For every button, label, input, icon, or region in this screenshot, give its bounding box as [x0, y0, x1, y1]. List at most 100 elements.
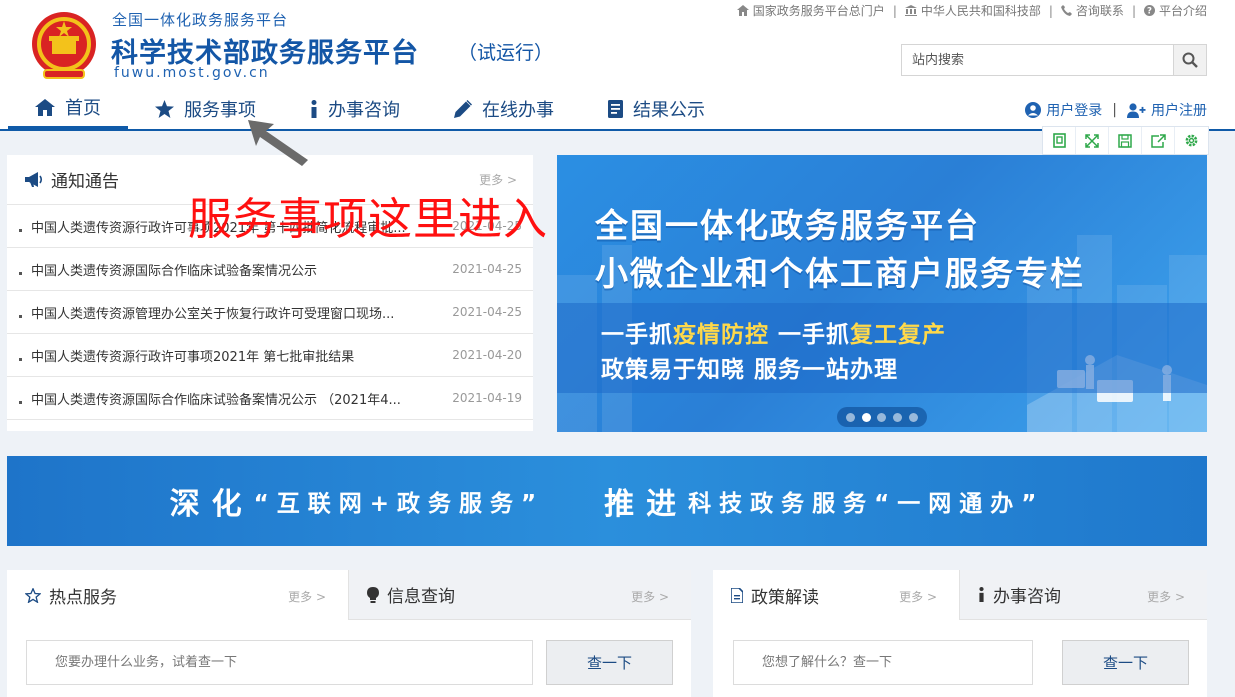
login-link[interactable]: 用户登录 — [1025, 100, 1102, 120]
banner-line-1: 全国一体化政务服务平台 — [595, 206, 980, 245]
main-nav: 首页 服务事项 办事咨询 在线办事 结果公示 — [8, 88, 732, 130]
notice-item-date: 2021-04-25 — [452, 305, 522, 319]
top-link-portal[interactable]: 国家政务服务平台总门户 — [736, 2, 885, 19]
promo-banner[interactable]: 全国一体化政务服务平台 小微企业和个体工商户服务专栏 一手抓疫情防控 一手抓复工… — [557, 155, 1207, 432]
document-icon — [731, 587, 743, 603]
notice-item-title: 中国人类遗传资源行政许可事项2021年 第七批审批结果 — [31, 349, 355, 365]
divider: | — [1131, 3, 1136, 18]
service-search-input[interactable] — [26, 640, 533, 685]
platform-small-title: 全国一体化政务服务平台 — [112, 11, 289, 29]
notice-item[interactable]: 中国人类遗传资源管理办公室关于恢复行政许可受理窗口现场... 2021-04-25 — [7, 291, 533, 334]
notice-title: 通知通告 — [51, 172, 119, 192]
star-icon — [155, 100, 174, 118]
bookmark-button[interactable] — [1043, 127, 1076, 154]
policy-search-input[interactable] — [733, 640, 1033, 685]
tab-consult[interactable]: 办事咨询 更多 > — [959, 570, 1207, 620]
fullscreen-button[interactable] — [1076, 127, 1109, 154]
megaphone-icon — [25, 172, 43, 187]
more-link[interactable]: 更多 > — [631, 588, 669, 605]
register-label: 用户注册 — [1151, 103, 1207, 119]
notice-item[interactable]: 中国人类遗传资源行政许可事项2021年 第七批审批结果 2021-04-20 — [7, 334, 533, 377]
service-search-button[interactable]: 查一下 — [546, 640, 673, 685]
carousel-pagination — [837, 407, 927, 427]
more-link[interactable]: 更多 > — [899, 588, 937, 605]
notice-item[interactable]: 中国人类遗传资源国际合作临床试验备案情况公示 2021-04-25 — [7, 248, 533, 291]
notice-item[interactable]: 中国人类遗传资源国际合作临床试验备案情况公示 （2021年4... 2021-04… — [7, 377, 533, 420]
search-button[interactable] — [1173, 45, 1206, 75]
national-emblem-icon — [32, 12, 96, 79]
notice-item-date: 2021-04-19 — [452, 391, 522, 405]
site-url: fuwu.most.gov.cn — [114, 65, 270, 81]
accessibility-toolbar — [1042, 126, 1209, 155]
banner-line-2: 小微企业和个体工商户服务专栏 — [595, 254, 1085, 293]
building-icon — [904, 5, 917, 16]
nav-home[interactable]: 首页 — [8, 88, 128, 130]
bullet — [19, 401, 22, 404]
more-link[interactable]: 更多 > — [1147, 588, 1185, 605]
top-link-label: 咨询联系 — [1075, 4, 1124, 18]
phone-icon — [1060, 5, 1072, 16]
annotation-arrow — [248, 120, 308, 166]
info-icon — [979, 587, 984, 602]
info-icon — [311, 100, 317, 118]
more-link[interactable]: 更多 > — [288, 588, 326, 605]
bullet — [19, 272, 22, 275]
user-add-icon — [1127, 102, 1146, 118]
top-links: 国家政务服务平台总门户 | 中华人民共和国科技部 | 咨询联系 | ? 平台介绍 — [736, 2, 1207, 19]
home-icon — [736, 5, 749, 16]
tab-info-query[interactable]: 信息查询 更多 > — [348, 570, 691, 620]
tab-policy-interpretation[interactable]: 政策解读 更多 > — [713, 570, 959, 620]
share-icon — [1150, 133, 1166, 148]
share-button[interactable] — [1142, 127, 1175, 154]
carousel-dot[interactable] — [846, 412, 856, 422]
site-search — [901, 44, 1207, 76]
policy-search-button[interactable]: 查一下 — [1062, 640, 1189, 685]
settings-icon — [1185, 134, 1198, 147]
carousel-dot[interactable] — [893, 412, 903, 422]
top-link-most[interactable]: 中华人民共和国科技部 — [904, 2, 1041, 19]
save-icon — [1118, 133, 1132, 148]
nav-results[interactable]: 结果公示 — [581, 88, 732, 130]
top-link-label: 中华人民共和国科技部 — [920, 4, 1041, 18]
settings-button[interactable] — [1175, 127, 1208, 154]
nav-online[interactable]: 在线办事 — [427, 88, 581, 130]
notice-item-date: 2021-04-20 — [452, 348, 522, 362]
divider: | — [1112, 102, 1117, 118]
notice-item-title: 中国人类遗传资源国际合作临床试验备案情况公示 — [31, 263, 318, 279]
tab-label: 信息查询 — [387, 587, 455, 607]
nav-label: 在线办事 — [482, 100, 554, 121]
pencil-icon — [454, 100, 472, 118]
save-button[interactable] — [1109, 127, 1142, 154]
question-icon: ? — [1143, 5, 1155, 16]
notice-item-date: 2021-04-25 — [452, 262, 522, 276]
top-link-about[interactable]: ? 平台介绍 — [1143, 2, 1207, 19]
user-circle-icon — [1025, 102, 1042, 118]
divider: | — [1048, 3, 1053, 18]
carousel-dot[interactable] — [908, 412, 918, 422]
search-icon — [1182, 52, 1198, 68]
user-links: 用户登录 | 用户注册 — [1025, 100, 1207, 120]
trial-label: （试运行） — [458, 42, 554, 64]
search-input[interactable] — [902, 45, 1174, 75]
nav-label: 办事咨询 — [328, 100, 400, 121]
banner-text: 一手抓 — [601, 322, 673, 348]
home-icon — [35, 98, 55, 116]
bookmark-icon — [1052, 133, 1066, 148]
carousel-dot[interactable] — [877, 412, 887, 422]
slogan-small-2: 科技政务服务“一网通办” — [688, 491, 1045, 517]
tab-hot-services[interactable]: 热点服务 更多 > — [7, 570, 348, 620]
slogan-big-1: 深化 — [169, 487, 254, 522]
panel-tabs: 政策解读 更多 > 办事咨询 更多 > — [713, 570, 1207, 620]
notice-item-title: 中国人类遗传资源国际合作临床试验备案情况公示 （2021年4... — [31, 392, 401, 408]
tab-label: 热点服务 — [49, 587, 117, 608]
book-icon — [608, 100, 623, 118]
banner-line-4: 政策易于知晓 服务一站办理 — [601, 357, 899, 383]
slogan-small-1: “互联网+政务服务” — [253, 491, 545, 517]
register-link[interactable]: 用户注册 — [1127, 100, 1207, 120]
fullscreen-icon — [1085, 133, 1099, 148]
top-link-contact[interactable]: 咨询联系 — [1060, 2, 1124, 19]
banner-text: 一手抓 — [769, 322, 851, 348]
carousel-dot-active[interactable] — [861, 412, 871, 422]
slogan-banner: 深化 “互联网+政务服务” 推进 科技政务服务“一网通办” — [7, 456, 1207, 546]
nav-label: 首页 — [65, 98, 101, 119]
